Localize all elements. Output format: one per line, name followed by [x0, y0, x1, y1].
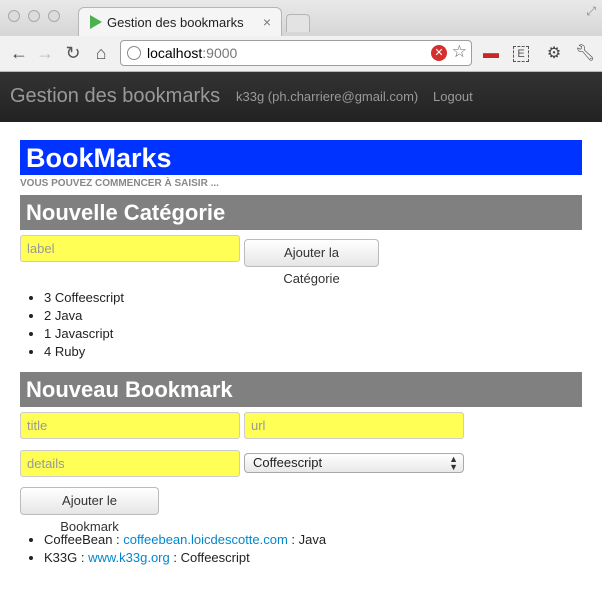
window-minimize-button[interactable] [28, 10, 40, 22]
category-select[interactable]: Coffeescript ▲ ▼ [244, 453, 464, 473]
stop-icon[interactable]: ✕ [431, 45, 447, 61]
bookmark-name: K33G [44, 550, 78, 565]
separator: : [169, 550, 181, 565]
url-port: :9000 [202, 45, 238, 61]
logout-link[interactable]: Logout [433, 89, 473, 104]
separator: : [77, 550, 89, 565]
url-input[interactable] [244, 412, 464, 439]
address-bar[interactable]: localhost:9000 ✕ ☆ [120, 40, 472, 66]
add-category-button[interactable]: Ajouter la Catégorie [244, 239, 379, 286]
app-navbar: Gestion des bookmarks k33g (ph.charriere… [0, 72, 602, 122]
list-item: 3 Coffeescript [44, 289, 124, 307]
add-bookmark-button[interactable]: Ajouter le Bookmark [20, 487, 159, 534]
bookmark-name: CoffeeBean [44, 532, 113, 547]
url-text[interactable]: localhost:9000 [147, 45, 237, 61]
window-zoom-button[interactable] [48, 10, 60, 22]
back-arrow-icon[interactable]: ← [8, 42, 30, 64]
category-label-input[interactable] [20, 235, 240, 262]
details-input[interactable] [20, 450, 240, 477]
extension-icon[interactable]: ▬ [482, 45, 500, 63]
list-item: 2 Java [44, 307, 124, 325]
page-subtitle: VOUS POUVEZ COMMENCER À SAISIR ... [20, 178, 219, 189]
page-title: BookMarks [20, 140, 582, 175]
star-icon[interactable]: ☆ [452, 42, 467, 62]
category-section-title: Nouvelle Catégorie [20, 195, 582, 230]
user-link[interactable]: k33g (ph.charriere@gmail.com) [236, 89, 418, 104]
title-input[interactable] [20, 412, 240, 439]
browser-tabstrip: Gestion des bookmarks × ⤢ [0, 0, 602, 37]
select-arrows-icon: ▲ ▼ [449, 454, 458, 472]
list-item: 1 Javascript [44, 325, 124, 343]
forward-arrow-icon[interactable]: → [34, 42, 56, 64]
gear-icon[interactable]: ⚙ [545, 45, 563, 63]
bookmark-category: Coffeescript [180, 550, 250, 565]
browser-toolbar: ← → ↻ ⌂ localhost:9000 ✕ ☆ ▬ E ⚙ 🔧︎ [0, 36, 602, 72]
reload-icon[interactable]: ↻ [62, 42, 84, 64]
tab-title: Gestion des bookmarks [107, 15, 244, 30]
play-favicon-icon [90, 15, 102, 29]
new-tab-button[interactable] [286, 14, 310, 32]
tab-close-icon[interactable]: × [263, 14, 271, 30]
separator: : [287, 532, 299, 547]
evernote-icon[interactable]: E [513, 46, 529, 62]
bookmark-section-title: Nouveau Bookmark [20, 372, 582, 407]
url-host: localhost [147, 45, 203, 61]
list-item: K33G : www.k33g.org : Coffeescript [44, 549, 326, 567]
brand-title[interactable]: Gestion des bookmarks [10, 85, 220, 108]
list-item: CoffeeBean : coffeebean.loicdescotte.com… [44, 531, 326, 549]
globe-icon [127, 46, 141, 60]
home-icon[interactable]: ⌂ [90, 42, 112, 64]
fullscreen-icon[interactable]: ⤢ [586, 4, 596, 19]
bookmark-category: Java [298, 532, 327, 547]
separator: : [112, 532, 124, 547]
category-select-value: Coffeescript [253, 455, 323, 470]
category-list: 3 Coffeescript 2 Java 1 Javascript 4 Rub… [24, 289, 124, 361]
browser-tab[interactable]: Gestion des bookmarks × [78, 7, 282, 37]
wrench-icon[interactable]: 🔧︎ [575, 45, 595, 63]
bookmark-list: CoffeeBean : coffeebean.loicdescotte.com… [24, 531, 326, 567]
list-item: 4 Ruby [44, 343, 124, 361]
window-close-button[interactable] [8, 10, 20, 22]
bookmark-link[interactable]: www.k33g.org [88, 550, 170, 565]
bookmark-link[interactable]: coffeebean.loicdescotte.com [123, 532, 288, 547]
